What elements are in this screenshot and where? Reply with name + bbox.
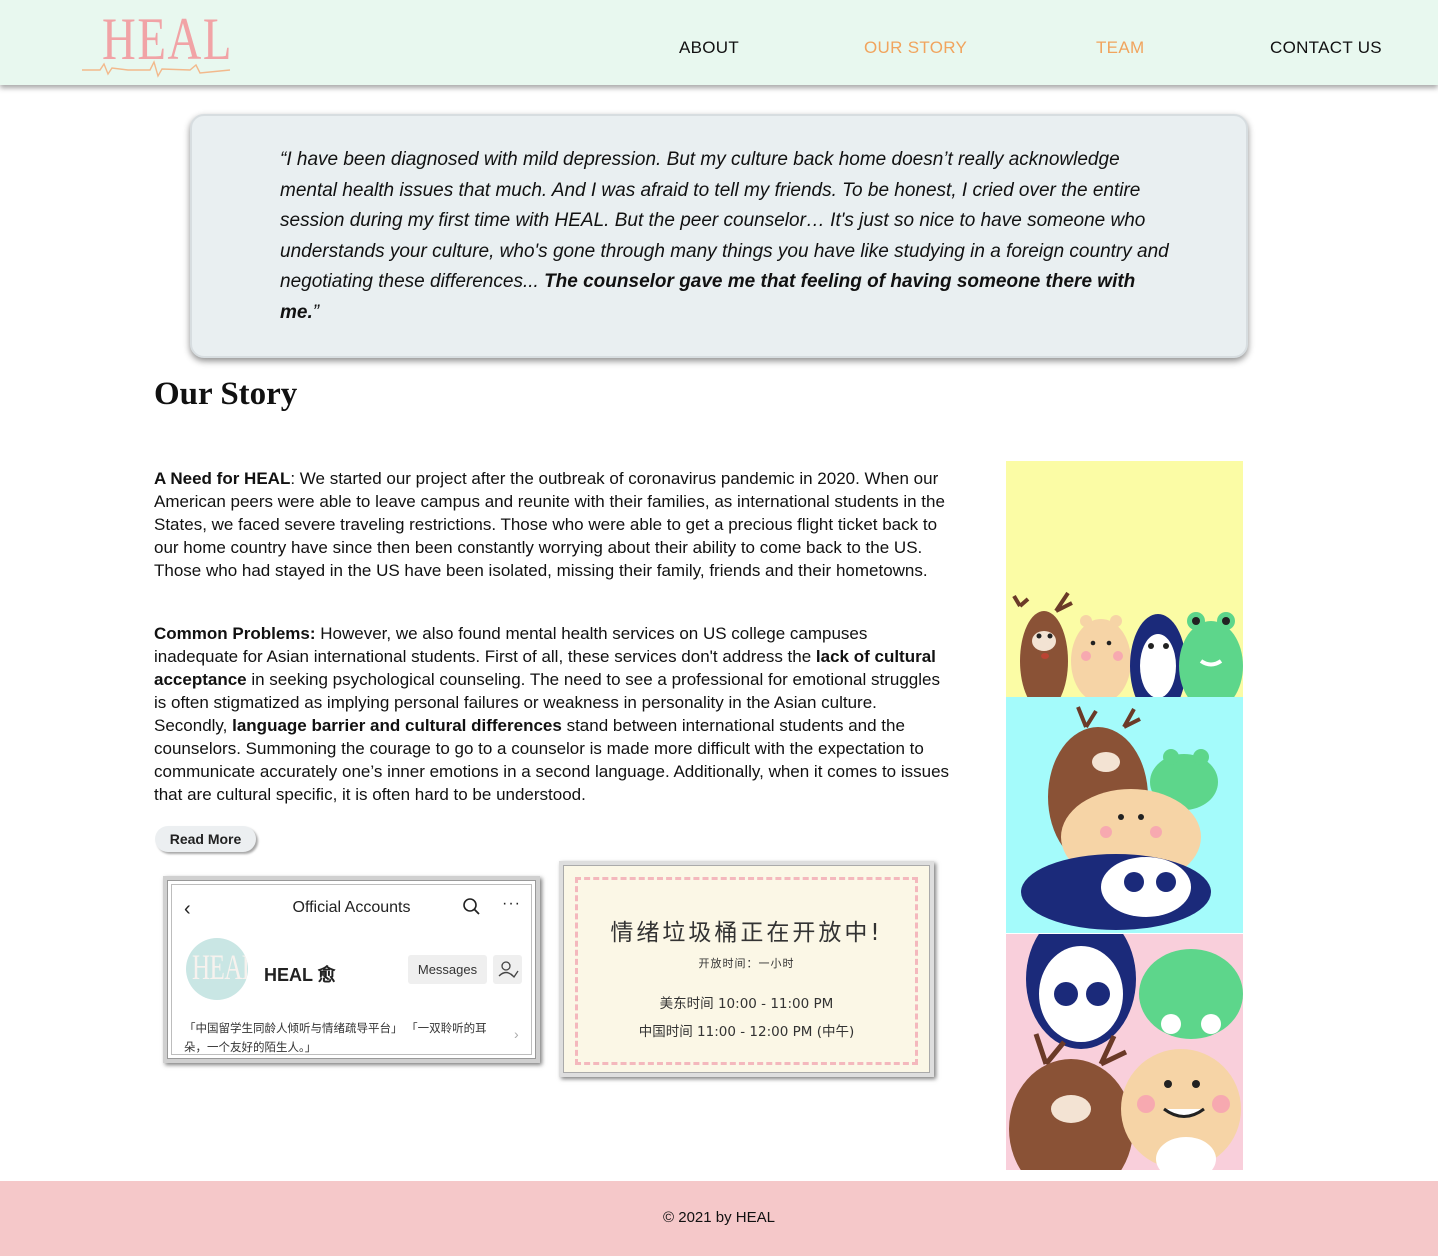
illustration-panel-yellow bbox=[1006, 461, 1243, 697]
testimonial-quote-box: “I have been diagnosed with mild depress… bbox=[190, 114, 1248, 358]
frog-icon bbox=[1179, 612, 1243, 697]
para-lead: Common Problems: bbox=[154, 624, 316, 643]
account-name: HEAL 愈 bbox=[264, 965, 336, 985]
page-title: Our Story bbox=[154, 376, 298, 412]
search-icon bbox=[463, 898, 480, 915]
para-lead: A Need for HEAL bbox=[154, 469, 291, 488]
nav-contact-us[interactable]: CONTACT US bbox=[1270, 38, 1382, 58]
notice-title: 情绪垃圾桶正在开放中! bbox=[610, 920, 883, 946]
nav-our-story[interactable]: OUR STORY bbox=[864, 38, 967, 58]
notice-subtitle: 开放时间：一小时 bbox=[698, 957, 795, 970]
official-account-image: ‹ Official Accounts ··· HEAL HEAL 愈 Mess… bbox=[163, 876, 540, 1063]
avatar-logo-text: HEAL bbox=[192, 947, 248, 987]
notice-image: 情绪垃圾桶正在开放中! 开放时间：一小时 美东时间 10:00 - 11:00 … bbox=[559, 861, 934, 1077]
read-more-button[interactable]: Read More bbox=[155, 826, 256, 852]
account-description: 「中国留学生同龄人倾听与情绪疏导平台」 「一双聆听的耳朵，一个友好的陌生人。」 bbox=[184, 1021, 487, 1054]
heal-logo[interactable]: HEAL bbox=[80, 6, 232, 80]
penguin-icon bbox=[1130, 614, 1186, 697]
notice-time-china: 中国时间 11:00 - 12:00 PM (中午) bbox=[638, 1024, 855, 1040]
animal-illustration bbox=[1006, 461, 1243, 1170]
illustration-panel-pink bbox=[1006, 934, 1243, 1170]
heartbeat-line-icon bbox=[82, 60, 231, 78]
quote-end: ” bbox=[312, 301, 320, 323]
site-footer: © 2021 by HEAL bbox=[0, 1181, 1438, 1256]
official-account-card: ‹ Official Accounts ··· HEAL HEAL 愈 Mess… bbox=[171, 884, 532, 1055]
site-header: HEAL ABOUT OUR STORY TEAM CONTACT US bbox=[0, 0, 1438, 85]
story-paragraph-need: A Need for HEAL: We started our project … bbox=[154, 467, 954, 582]
testimonial-quote: “I have been diagnosed with mild depress… bbox=[280, 145, 1170, 329]
follow-user-icon bbox=[493, 955, 522, 984]
account-avatar: HEAL bbox=[186, 938, 248, 1000]
para-emphasis: language barrier and cultural difference… bbox=[232, 716, 562, 735]
deer-icon bbox=[1012, 591, 1073, 697]
story-paragraph-problems: Common Problems: However, we also found … bbox=[154, 622, 954, 806]
messages-button: Messages bbox=[408, 955, 487, 984]
more-options-icon: ··· bbox=[502, 895, 521, 912]
illustration-panel-cyan bbox=[1006, 697, 1243, 933]
copyright-text: © 2021 by HEAL bbox=[663, 1209, 775, 1226]
hamster-icon bbox=[1071, 615, 1131, 697]
notice-time-us: 美东时间 10:00 - 11:00 PM bbox=[659, 996, 834, 1012]
nav-team[interactable]: TEAM bbox=[1096, 38, 1144, 58]
chevron-right-icon: › bbox=[514, 1026, 519, 1042]
nav-about[interactable]: ABOUT bbox=[679, 38, 739, 58]
